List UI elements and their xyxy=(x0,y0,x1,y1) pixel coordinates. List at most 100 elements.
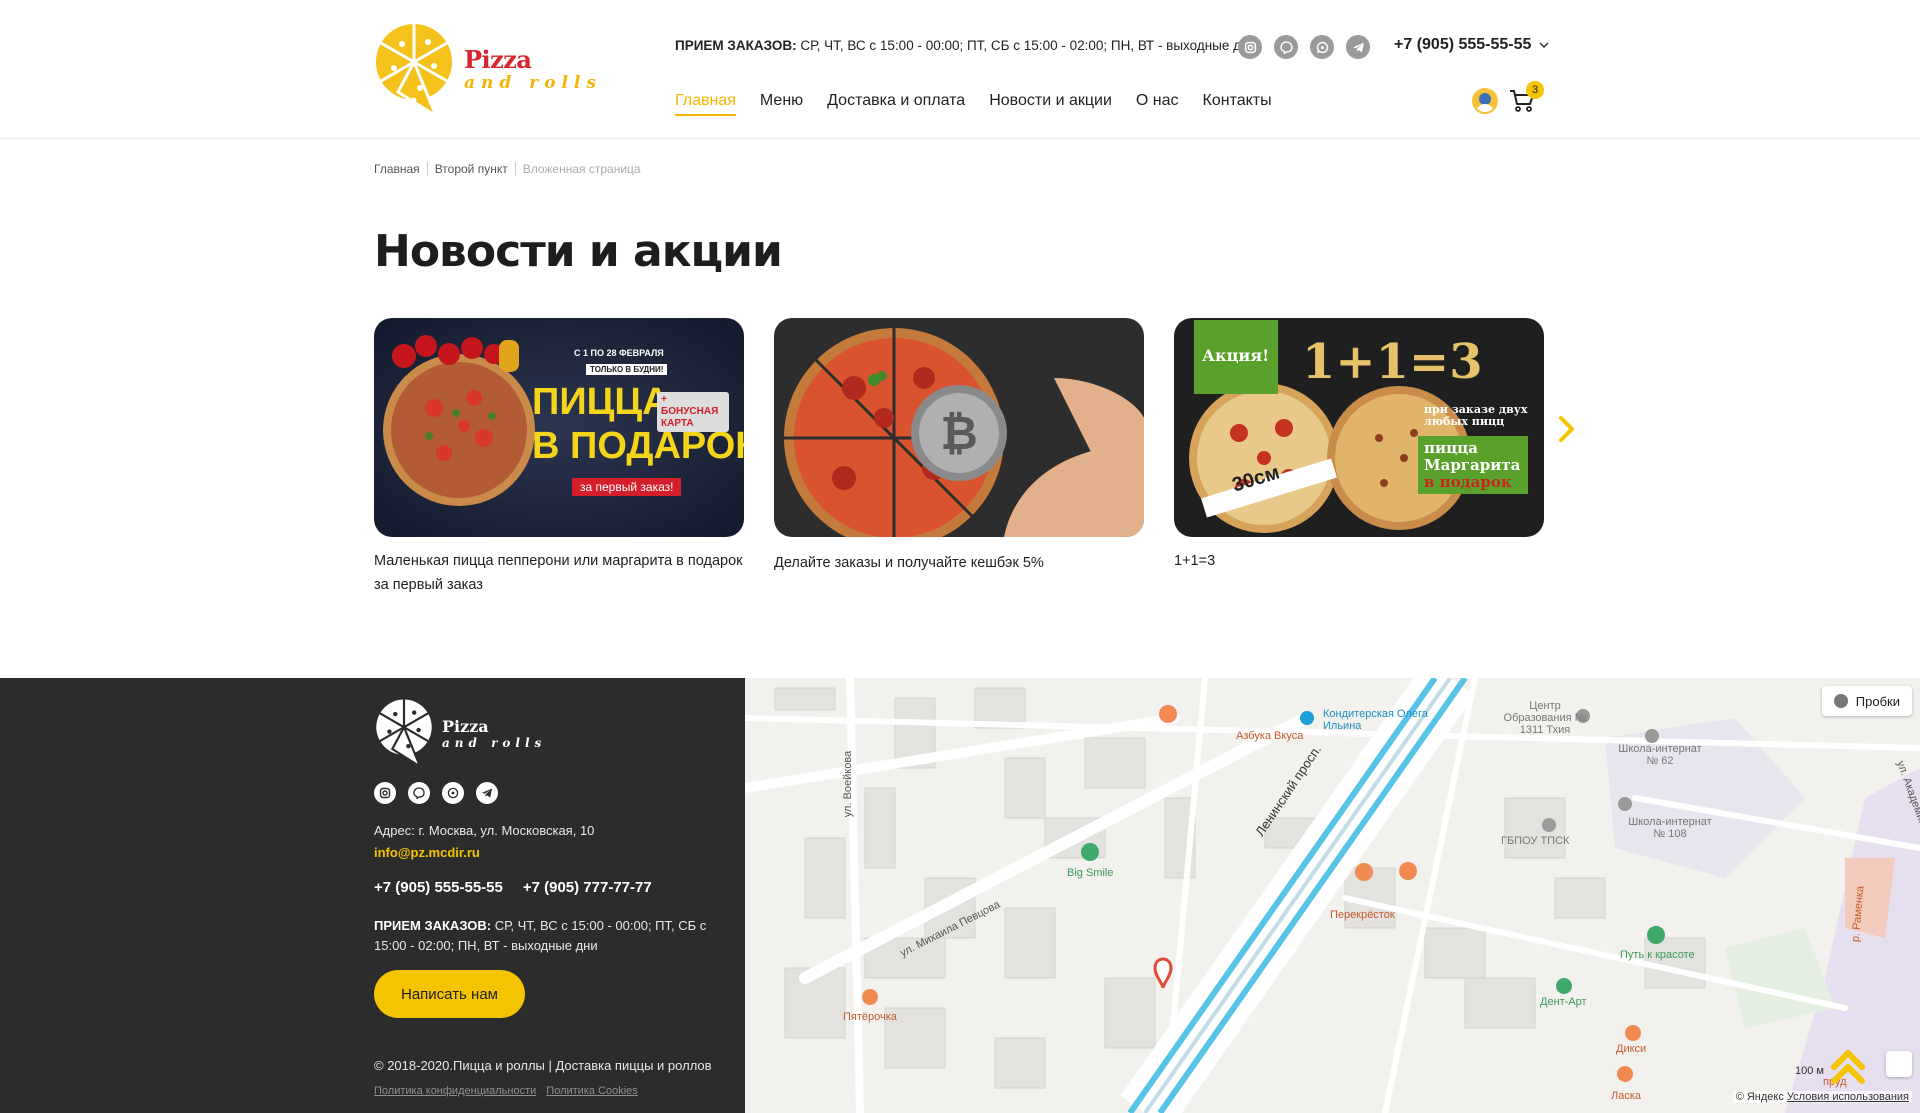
map-copyright-text: © Яндекс xyxy=(1735,1091,1784,1103)
banner-tag: Акция! xyxy=(1202,346,1270,365)
banner-gift-2: Маргарита xyxy=(1424,456,1521,474)
nav-news[interactable]: Новости и акции xyxy=(989,92,1112,116)
pizza-logo-icon xyxy=(376,699,432,768)
ruler-icon[interactable] xyxy=(1886,1051,1912,1077)
privacy-link[interactable]: Политика конфиденциальности xyxy=(374,1085,536,1097)
banner-gift-3: в подарок xyxy=(1424,473,1512,491)
map-label-center: Центр Образования № 1311 Тхия xyxy=(1503,700,1587,736)
banner-bonus: + БОНУСНАЯ КАРТА xyxy=(657,392,729,432)
footer-legal-links: Политика конфиденциальности Политика Coo… xyxy=(374,1085,638,1097)
telegram-icon[interactable] xyxy=(476,782,498,804)
map-label-diksi: Дикси xyxy=(1616,1043,1647,1055)
footer-email[interactable]: info@pz.mcdir.ru xyxy=(374,845,480,860)
order-hours-text: СР, ЧТ, ВС с 15:00 - 00:00; ПТ, СБ с 15:… xyxy=(800,38,1257,53)
banner-gift-1: пицца xyxy=(1424,439,1478,457)
nav-home[interactable]: Главная xyxy=(675,92,736,116)
banner-headline-2: В ПОДАРОК xyxy=(532,425,744,467)
nav-about[interactable]: О нас xyxy=(1136,92,1179,116)
breadcrumb-home[interactable]: Главная xyxy=(374,162,427,176)
whatsapp-icon[interactable] xyxy=(1310,35,1334,59)
map-label-pyaterochka: Пятёрочка xyxy=(843,1011,897,1023)
map-label-school108: Школа-интернат № 108 xyxy=(1628,816,1712,840)
banner-headline-1: ПИЦЦА xyxy=(532,381,670,423)
map-label-gbpou: ГБПОУ ТПСК xyxy=(1501,835,1570,847)
nav-contacts[interactable]: Контакты xyxy=(1203,92,1272,116)
news-banner-cashback[interactable]: ₿ xyxy=(774,318,1144,537)
brand-name-line1: Pizza xyxy=(464,45,532,74)
map-label-bigsmile: Big Smile xyxy=(1067,867,1114,879)
banner-formula: 1+1=3 xyxy=(1302,334,1483,390)
news-card[interactable]: ₿ Делайте заказы и получайте кешбэк 5% xyxy=(774,318,1144,575)
breadcrumb: Главная Второй пункт Вложенная страница xyxy=(374,162,648,176)
news-banner-1plus1[interactable]: Акция! 1+1=3 30см при заказе двух любых … xyxy=(1174,318,1544,537)
footer-copyright: © 2018-2020.Пицца и роллы | Доставка пиц… xyxy=(374,1058,712,1073)
instagram-icon[interactable] xyxy=(374,782,396,804)
site-header: Pizza and rolls ПРИЕМ ЗАКАЗОВ: СР, ЧТ, В… xyxy=(0,0,1920,139)
instagram-icon[interactable] xyxy=(1238,35,1262,59)
traffic-icon xyxy=(1833,694,1848,708)
map-label-dentart: Дент-Арт xyxy=(1540,996,1587,1008)
banner-weekdays: ТОЛЬКО В БУДНИ! xyxy=(586,364,668,375)
whatsapp-icon[interactable] xyxy=(442,782,464,804)
brand-name-line2: and rolls xyxy=(464,73,602,93)
order-hours: ПРИЕМ ЗАКАЗОВ: СР, ЧТ, ВС с 15:00 - 00:0… xyxy=(675,38,1256,53)
map-label-perekrestok: Перекрёсток xyxy=(1330,909,1395,921)
map-label-put: Путь к красоте xyxy=(1620,949,1695,961)
yandex-map[interactable]: Ленинский просп. ул. Михаила Певцова ул.… xyxy=(745,678,1920,1113)
header-phone-number: +7 (905) 555-55-55 xyxy=(1394,36,1532,53)
footer-logo[interactable]: Pizza and rolls xyxy=(374,698,546,768)
site-footer: Pizza and rolls Адрес: г. Москва, ул. Мо… xyxy=(0,678,745,1113)
footer-hours: ПРИЕМ ЗАКАЗОВ: СР, ЧТ, ВС с 15:00 - 00:0… xyxy=(374,916,734,956)
news-caption[interactable]: Маленькая пицца пепперони или маргарита … xyxy=(374,549,744,597)
news-caption[interactable]: Делайте заказы и получайте кешбэк 5% xyxy=(774,551,1144,575)
chevron-right-icon[interactable] xyxy=(1556,414,1578,444)
svg-text:₿: ₿ xyxy=(940,406,978,460)
footer-address: Адрес: г. Москва, ул. Московская, 10 xyxy=(374,823,595,838)
banner-condition: при заказе двух любых пицц xyxy=(1424,403,1528,428)
news-card[interactable]: Акция! 1+1=3 30см при заказе двух любых … xyxy=(1174,318,1544,573)
map-label-school62: Школа-интернат № 62 xyxy=(1618,743,1702,767)
news-card[interactable]: С 1 ПО 28 ФЕВРАЛЯ ТОЛЬКО В БУДНИ! ПИЦЦА … xyxy=(374,318,744,597)
write-us-button[interactable]: Написать нам xyxy=(374,970,525,1018)
scroll-to-top-icon[interactable] xyxy=(1826,1045,1870,1089)
cart-count-badge: 3 xyxy=(1526,81,1544,99)
header-social-links xyxy=(1238,35,1370,59)
map-label-laska: Ласка xyxy=(1611,1090,1642,1102)
nav-delivery[interactable]: Доставка и оплата xyxy=(827,92,965,116)
map-label-voeikova: ул. Воейкова xyxy=(842,750,855,818)
page-title: Новости и акции xyxy=(374,226,783,277)
pizza-logo-icon xyxy=(376,24,452,118)
breadcrumb-second[interactable]: Второй пункт xyxy=(426,162,515,176)
banner-period: С 1 ПО 28 ФЕВРАЛЯ xyxy=(574,348,664,358)
map-label-konditerskaya: Кондитерская Олега Ильина xyxy=(1323,708,1428,732)
banner-first-order: за первый заказ! xyxy=(572,478,682,496)
footer-brand-line2: and rolls xyxy=(442,735,547,750)
map-label-azbuka: Азбука Вкуса xyxy=(1236,730,1304,742)
chevron-down-icon[interactable] xyxy=(1539,40,1549,50)
traffic-button[interactable]: Пробки xyxy=(1821,686,1912,716)
map-terms-link[interactable]: Условия использования xyxy=(1787,1091,1909,1103)
traffic-label: Пробки xyxy=(1855,693,1900,709)
map-canvas[interactable] xyxy=(745,678,1920,1113)
cookies-link[interactable]: Политика Cookies xyxy=(546,1085,638,1097)
main-nav: Главная Меню Доставка и оплата Новости и… xyxy=(675,92,1272,116)
footer-social-links xyxy=(374,782,498,804)
telegram-icon[interactable] xyxy=(1346,35,1370,59)
map-scale: 100 м xyxy=(1795,1065,1824,1077)
map-copyright: © Яндекс Условия использования xyxy=(1732,1091,1912,1103)
breadcrumb-current: Вложенная страница xyxy=(514,162,648,176)
brand-logo[interactable]: Pizza and rolls xyxy=(374,22,604,118)
footer-phone-2[interactable]: +7 (905) 777-77-77 xyxy=(523,879,652,896)
footer-hours-label: ПРИЕМ ЗАКАЗОВ: xyxy=(374,918,492,933)
header-phone[interactable]: +7 (905) 555-55-55 xyxy=(1394,36,1549,54)
footer-phones: +7 (905) 555-55-55 +7 (905) 777-77-77 xyxy=(374,879,652,896)
order-hours-label: ПРИЕМ ЗАКАЗОВ: xyxy=(675,38,797,53)
viber-icon[interactable] xyxy=(408,782,430,804)
footer-phone-1[interactable]: +7 (905) 555-55-55 xyxy=(374,879,503,896)
news-caption[interactable]: 1+1=3 xyxy=(1174,549,1544,573)
user-avatar[interactable] xyxy=(1472,88,1498,114)
nav-menu[interactable]: Меню xyxy=(760,92,803,116)
footer-brand-line1: Pizza xyxy=(442,716,489,736)
viber-icon[interactable] xyxy=(1274,35,1298,59)
news-banner-gift-pizza[interactable]: С 1 ПО 28 ФЕВРАЛЯ ТОЛЬКО В БУДНИ! ПИЦЦА … xyxy=(374,318,744,537)
